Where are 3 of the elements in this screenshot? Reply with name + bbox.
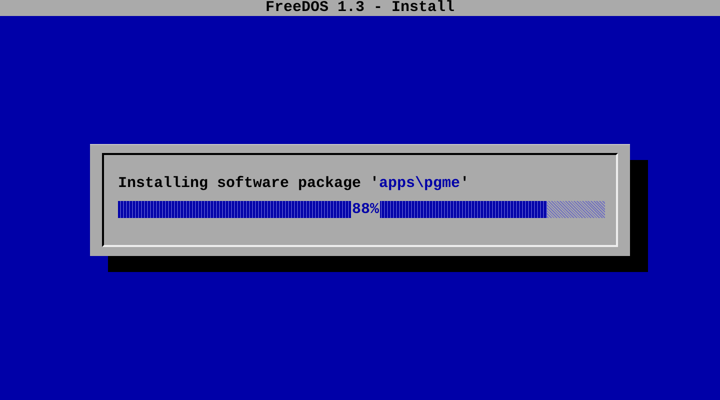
window-title: FreeDOS 1.3 - Install bbox=[265, 0, 455, 16]
progress-percent: 88% bbox=[351, 201, 380, 218]
status-message: Installing software package 'apps\pgme' bbox=[118, 175, 470, 193]
